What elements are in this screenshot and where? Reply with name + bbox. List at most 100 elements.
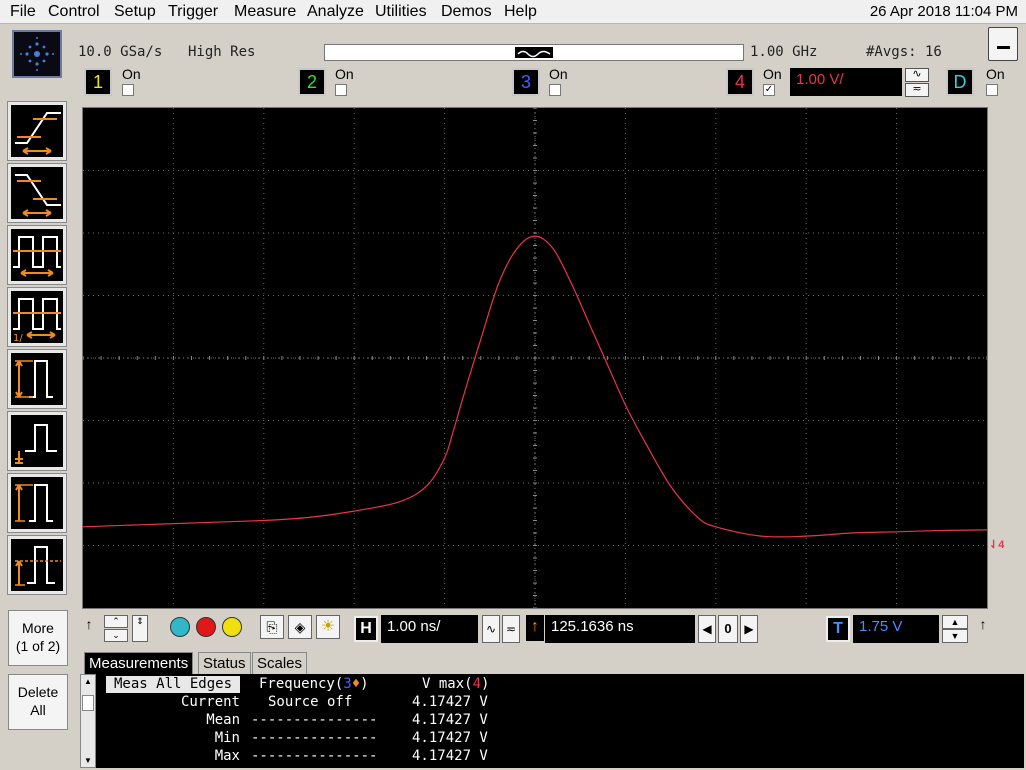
trigger-level-down-button[interactable]: ▼: [942, 629, 968, 643]
menu-demos[interactable]: Demos: [441, 3, 492, 21]
waveform-display[interactable]: [82, 107, 988, 609]
dc-coupling-button[interactable]: ≂: [905, 83, 929, 97]
rise-time-tool-button[interactable]: [7, 101, 67, 161]
menu-setup[interactable]: Setup: [114, 3, 156, 21]
vertical-arrow-icon: ↑: [85, 616, 93, 632]
menu-measure[interactable]: Measure: [234, 3, 296, 21]
row-min-frequency: ---------------: [251, 730, 378, 746]
channel-4-checkbox[interactable]: ✓: [763, 84, 775, 96]
row-max-frequency: ---------------: [251, 748, 378, 764]
menu-trigger[interactable]: Trigger: [168, 3, 218, 21]
row-min-label: Min: [214, 730, 240, 746]
fall-time-tool-button[interactable]: [7, 163, 67, 223]
graticule: [83, 108, 987, 608]
trigger-level-up-button[interactable]: ▲: [942, 615, 968, 629]
more-button[interactable]: More (1 of 2): [8, 610, 68, 666]
channel-4-ground-marker[interactable]: ⇃4: [989, 538, 1004, 551]
vmax-tool-button[interactable]: [7, 473, 67, 533]
channel-4-on-label: On: [763, 66, 782, 82]
menu-analyze[interactable]: Analyze: [307, 3, 364, 21]
minus-icon: [997, 46, 1010, 49]
frequency-header-channel: 3: [343, 676, 352, 692]
frequency-header: Frequency(3♦): [259, 676, 369, 692]
brand-logo-icon[interactable]: [12, 30, 62, 78]
bandwidth: 1.00 GHz: [750, 44, 818, 60]
minimize-button[interactable]: [988, 27, 1018, 61]
vmax-header: V max(4): [422, 676, 489, 692]
horizontal-delay-field[interactable]: 125.1636 ns: [545, 615, 695, 643]
ac-coupling-button[interactable]: ∿: [905, 68, 929, 82]
period-tool-button[interactable]: [7, 225, 67, 285]
delete-label: Delete: [17, 684, 59, 700]
fine-dc-button[interactable]: ≂: [502, 615, 520, 643]
channel-3-checkbox[interactable]: [549, 84, 561, 96]
channel-4-scale-field[interactable]: 1.00 V/: [790, 68, 902, 96]
datetime: 26 Apr 2018 11:04 PM: [869, 3, 1018, 20]
menu-control[interactable]: Control: [48, 3, 100, 21]
averages-count: #Avgs: 16: [866, 44, 942, 60]
run-button[interactable]: [170, 617, 190, 637]
menu-file[interactable]: File: [10, 3, 36, 21]
row-mean-frequency: ---------------: [251, 712, 378, 728]
stop-button[interactable]: [196, 617, 216, 637]
delay-left-button[interactable]: ◀: [698, 615, 716, 643]
frequency-header-close: ): [360, 676, 369, 692]
source-diamond-icon: ♦: [351, 676, 361, 692]
frequency-tool-button[interactable]: 1/: [7, 287, 67, 347]
brightness-icon[interactable]: ☀: [316, 615, 340, 639]
row-current-frequency: Source off: [268, 694, 353, 710]
fine-ac-button[interactable]: ∿: [482, 615, 500, 643]
menu-help[interactable]: Help: [504, 3, 537, 21]
channel-3-on-label: On: [549, 66, 568, 82]
row-current-vmax: 4.17427 V: [412, 694, 488, 710]
trigger-label: T: [826, 616, 850, 642]
memory-bar[interactable]: [324, 44, 744, 61]
channel-3-button[interactable]: 3: [512, 68, 540, 96]
scroll-down-button[interactable]: ⌄: [104, 629, 128, 642]
timebase-scale-field[interactable]: 1.00 ns/: [381, 615, 478, 643]
digital-checkbox[interactable]: [986, 84, 998, 96]
vtop-tool-button[interactable]: [7, 535, 67, 595]
sample-rate: 10.0 GSa/s: [78, 44, 163, 60]
scroll-up-button[interactable]: ⌃: [104, 615, 128, 628]
menu-bar: File Control Setup Trigger Measure Analy…: [0, 0, 1026, 24]
vtop-icon: [15, 546, 61, 586]
amplitude-tool-button[interactable]: [7, 411, 67, 471]
tab-scales[interactable]: Scales: [252, 652, 308, 674]
acquisition-mode: High Res: [188, 44, 256, 60]
menu-utilities[interactable]: Utilities: [375, 3, 427, 21]
tab-measurements[interactable]: Measurements: [84, 652, 194, 674]
more-label: More: [22, 620, 54, 636]
scroll-up-icon: ▲: [84, 677, 92, 686]
channel-1-checkbox[interactable]: [122, 84, 134, 96]
frequency-icon: 1/: [13, 298, 61, 343]
scroll-thumb[interactable]: [82, 695, 94, 711]
clear-display-icon[interactable]: ◈: [288, 615, 312, 639]
single-button[interactable]: [222, 617, 242, 637]
trigger-position-icon: ↑: [526, 615, 544, 641]
channel-4-button[interactable]: 4: [726, 68, 754, 96]
row-mean-vmax: 4.17427 V: [412, 712, 488, 728]
channel-1-on-label: On: [122, 66, 141, 82]
digital-on-label: On: [986, 66, 1005, 82]
channel-2-button[interactable]: 2: [298, 68, 326, 96]
delete-all-label: All: [30, 702, 46, 718]
channel-2-checkbox[interactable]: [335, 84, 347, 96]
row-max-label: Max: [214, 748, 240, 764]
measurements-scrollbar[interactable]: ▲ ▼: [80, 674, 96, 768]
delete-all-button[interactable]: Delete All: [8, 674, 68, 730]
digital-channel-button[interactable]: D: [946, 68, 974, 96]
row-max-vmax: 4.17427 V: [412, 748, 488, 764]
oscilloscope-app: File Control Setup Trigger Measure Analy…: [0, 0, 1026, 770]
channel-2-on-label: On: [335, 66, 354, 82]
tab-status[interactable]: Status: [198, 652, 251, 674]
delay-zero-button[interactable]: 0: [718, 615, 738, 643]
channel-4-waveform-trace: [83, 235, 987, 538]
expand-button[interactable]: ⇕: [132, 615, 148, 642]
autoscale-icon[interactable]: ⎘: [260, 615, 284, 639]
peak-to-peak-tool-button[interactable]: [7, 349, 67, 409]
meas-all-edges-button[interactable]: Meas All Edges: [106, 676, 240, 693]
trigger-level-field[interactable]: 1.75 V: [853, 615, 939, 643]
delay-right-button[interactable]: ▶: [740, 615, 758, 643]
channel-1-button[interactable]: 1: [84, 68, 112, 96]
